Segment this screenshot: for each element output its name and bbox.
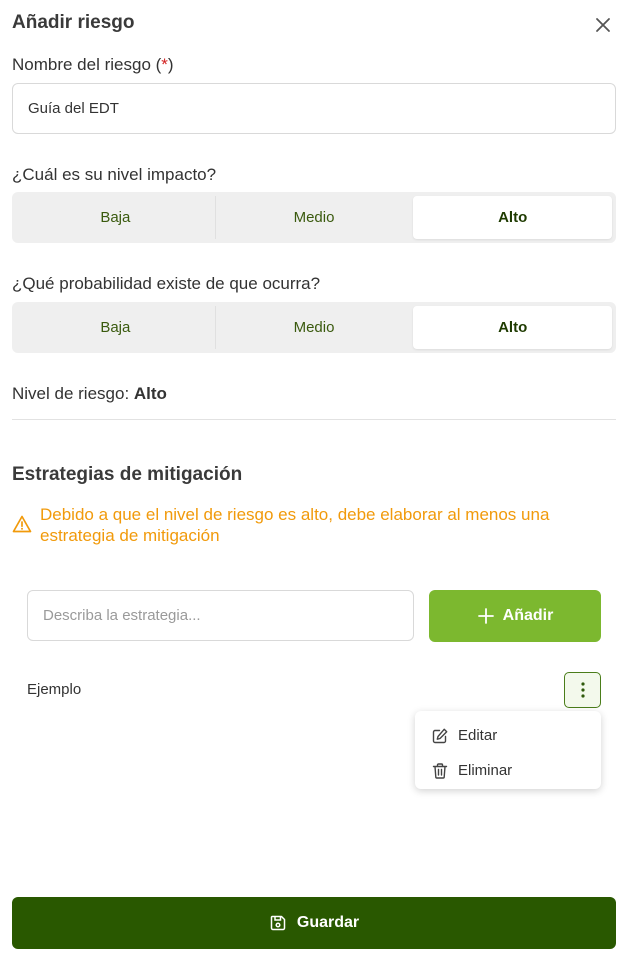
risk-level-summary: Nivel de riesgo: Alto — [12, 384, 167, 404]
impact-option-baja[interactable]: Baja — [16, 196, 215, 239]
menu-item-delete-label: Eliminar — [458, 762, 513, 779]
risk-name-label: Nombre del riesgo (*) — [12, 55, 174, 75]
probability-question: ¿Qué probabilidad existe de que ocurra? — [12, 274, 321, 293]
menu-item-delete[interactable]: Eliminar — [415, 753, 601, 788]
risk-name-label-text: Nombre del riesgo ( — [12, 55, 162, 74]
probability-option-baja[interactable]: Baja — [16, 306, 215, 349]
add-strategy-button[interactable]: Añadir — [429, 590, 601, 642]
add-strategy-label: Añadir — [502, 607, 554, 624]
impact-question: ¿Cuál es su nivel impacto? — [12, 165, 217, 184]
risk-name-label-end: ) — [167, 55, 174, 74]
warning-icon — [12, 514, 32, 534]
edit-icon — [432, 728, 448, 743]
dialog-title: Añadir riesgo — [12, 12, 135, 33]
impact-option-alto[interactable]: Alto — [413, 196, 613, 239]
impact-option-medio[interactable]: Medio — [214, 196, 414, 239]
strategy-item-text: Ejemplo — [27, 681, 82, 698]
save-button[interactable]: Guardar — [12, 897, 616, 949]
trash-icon — [432, 762, 448, 779]
probability-selector: Baja Medio Alto — [12, 302, 616, 353]
impact-selector: Baja Medio Alto — [12, 192, 616, 243]
kebab-icon — [580, 682, 585, 698]
mitigation-title: Estrategias de mitigación — [12, 464, 243, 485]
close-icon[interactable] — [593, 15, 613, 35]
save-button-label: Guardar — [296, 914, 360, 931]
required-mark: * — [161, 55, 168, 74]
probability-option-alto[interactable]: Alto — [413, 306, 613, 349]
plus-icon — [477, 608, 494, 624]
menu-item-edit-label: Editar — [458, 727, 498, 744]
risk-name-input[interactable] — [12, 83, 616, 134]
probability-option-medio[interactable]: Medio — [214, 306, 414, 349]
menu-item-edit[interactable]: Editar — [415, 718, 601, 753]
more-options-button[interactable] — [564, 672, 601, 708]
strategy-input[interactable] — [27, 590, 414, 641]
save-icon — [270, 915, 286, 931]
divider — [12, 419, 616, 420]
mitigation-warning: Debido a que el nivel de riesgo es alto,… — [40, 505, 550, 545]
risk-level-label: Nivel de riesgo: — [12, 384, 134, 403]
strategy-actions-menu: Editar Eliminar — [415, 711, 601, 789]
risk-level-value: Alto — [133, 384, 167, 403]
